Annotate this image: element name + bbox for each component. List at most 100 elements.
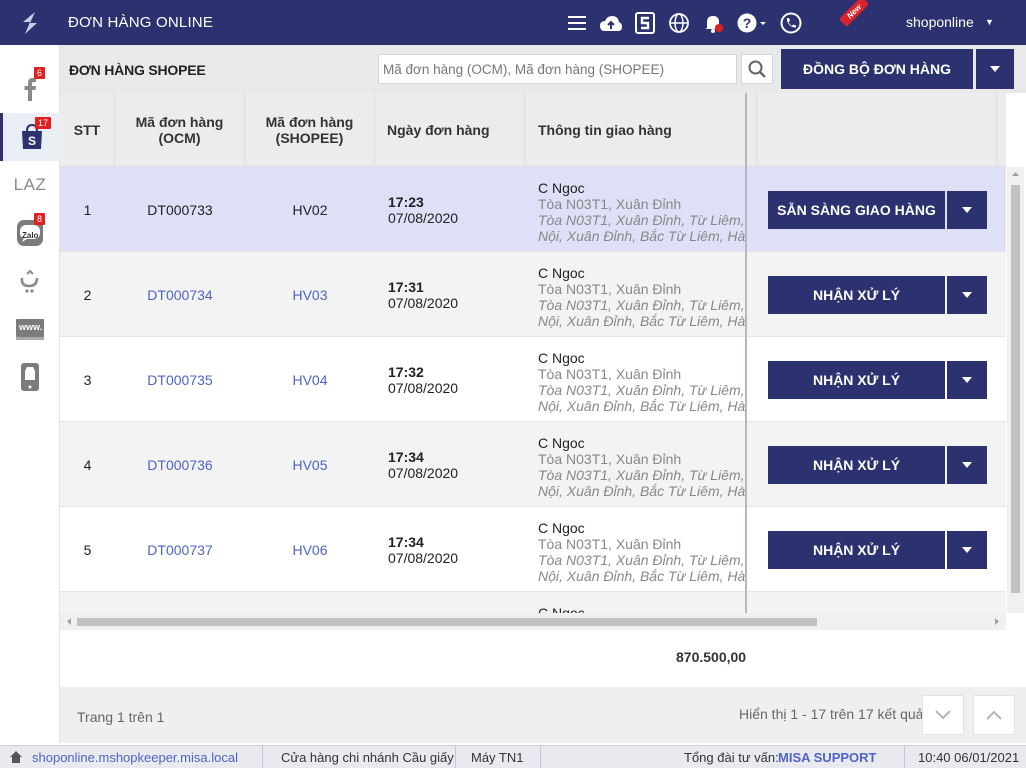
notification-button[interactable] [696,0,730,45]
machine-name: Máy TN1 [471,750,524,765]
row-order-date: 17:34 07/08/2020 [388,533,459,566]
sidebar-item-website[interactable]: www. [0,305,60,353]
accept-processing-button[interactable]: NHẬN XỬ LÝ [768,446,945,484]
row-action-dropdown[interactable] [947,531,987,569]
table-row[interactable]: 3 DT000735 HV04 17:32 07/08/2020 C Ngoc T… [60,337,1006,422]
top-bar: ĐƠN HÀNG ONLINE ? New shoponline ▼ [0,0,1026,45]
order-search-input[interactable] [378,54,737,84]
home-icon[interactable] [9,750,23,764]
user-name[interactable]: shoponline [906,14,974,30]
tiki-icon [20,269,39,293]
sidebar-item-facebook[interactable]: 6 [0,65,60,113]
total-amount: 870.500,00 [676,649,747,665]
row-shipping-info: C Ngoc Tòa N03T1, Xuân Đỉnh Tòa N03T1, X… [538,180,746,244]
row-order-date: 17:34 07/08/2020 [388,448,459,481]
page-up-button[interactable] [973,695,1015,735]
shopee-count-badge: 17 [35,117,52,129]
row-ocm-code-link[interactable]: DT000734 [115,252,245,337]
row-stt: 3 [83,371,92,388]
table-row[interactable]: 5 DT000737 HV06 17:34 07/08/2020 C Ngoc T… [60,507,1006,592]
sidebar-item-lazada[interactable]: LAZ [0,161,60,209]
web-button[interactable] [662,0,696,45]
globe-icon [669,12,689,33]
scroll-up-arrow-icon[interactable] [1007,167,1024,181]
row-ocm-code-link[interactable]: DT000735 [115,337,245,422]
help-button[interactable]: ? [730,0,774,45]
row-action-dropdown[interactable] [947,191,987,229]
sidebar-item-mobile-app[interactable] [0,353,60,401]
col-header-shopee[interactable]: Mã đơn hàng (SHOPEE) [245,93,375,167]
phone-icon [780,12,802,33]
table-row[interactable]: 1 DT000733 HV02 17:23 07/08/2020 C Ngoc T… [60,167,1006,252]
col-header-ocm[interactable]: Mã đơn hàng (OCM) [115,93,245,167]
lazada-icon: LAZ [13,175,47,194]
sync-orders-dropdown[interactable] [976,49,1014,89]
sidebar-item-zalo[interactable]: Zalo 8 [0,209,60,257]
page-down-button[interactable] [922,695,964,735]
facebook-icon [24,78,36,101]
new-badge: New [840,0,868,26]
server-url-link[interactable]: shoponline.mshopkeeper.misa.local [32,750,238,765]
scroll-left-arrow-icon[interactable] [62,613,76,630]
pagination-bar: Trang 1 trên 1 Hiển thị 1 - 17 trên 17 k… [60,687,1026,743]
phone-button[interactable] [774,0,808,45]
sidebar-item-shopee[interactable]: S 17 [0,113,60,161]
misa-support-link[interactable]: MISA SUPPORT [778,750,876,765]
website-label: www. [19,322,43,332]
row-action-dropdown[interactable] [947,446,987,484]
caret-down-icon [962,207,972,213]
sync-orders-button[interactable]: ĐỒNG BỘ ĐƠN HÀNG [781,49,973,89]
svg-text:?: ? [743,15,752,31]
sync-cloud-button[interactable] [594,0,628,45]
row-shipping-info: C Ngoc Tòa N03T1, Xuân Đỉnh Tòa N03T1, X… [538,265,746,329]
logo-icon [23,11,37,34]
hotline-label: Tổng đài tư vấn: [684,750,779,765]
question-icon: ? [737,13,766,32]
row-shopee-code-link[interactable]: HV05 [245,422,375,507]
mobile-shop-icon [21,363,39,391]
scroll-right-arrow-icon[interactable] [990,613,1004,630]
row-shopee-code-link[interactable]: HV03 [245,252,375,337]
row-order-date: 17:23 07/08/2020 [388,193,459,226]
zalo-label: Zalo [22,231,39,240]
col-header-shipping[interactable]: Thông tin giao hàng [525,93,757,167]
zalo-count-badge: 8 [34,213,46,225]
row-stt: 4 [83,456,92,473]
horizontal-scrollbar[interactable] [60,613,1006,630]
search-button[interactable] [741,54,773,84]
chevron-up-icon [986,710,1002,720]
user-menu-caret-icon[interactable]: ▼ [985,17,994,27]
status-separator [540,746,541,768]
row-shipping-info: C Ngoc Tòa N03T1, Xuân Đỉnh Tòa N03T1, X… [538,520,746,584]
sidebar-item-tiki[interactable] [0,257,60,305]
table-row[interactable]: 4 DT000736 HV05 17:34 07/08/2020 C Ngoc T… [60,422,1006,507]
status-separator [455,746,456,768]
menu-button[interactable] [560,0,594,45]
accept-processing-button[interactable]: NHẬN XỬ LÝ [768,531,945,569]
status-bar: shoponline.mshopkeeper.misa.local Cửa hà… [0,745,1026,768]
vertical-scroll-thumb[interactable] [1011,185,1020,593]
caret-down-icon [962,462,972,468]
caret-down-icon [962,547,972,553]
table-row[interactable]: C Ngoc [60,592,1006,613]
row-shopee-code-link[interactable]: HV04 [245,337,375,422]
accept-processing-button[interactable]: NHẬN XỬ LÝ [768,361,945,399]
table-row[interactable]: 2 DT000734 HV03 17:31 07/08/2020 C Ngoc T… [60,252,1006,337]
ready-to-ship-button[interactable]: SẴN SÀNG GIAO HÀNG [768,191,945,229]
page-title: ĐƠN HÀNG SHOPEE [69,62,206,78]
col-header-stt[interactable]: STT [60,93,115,167]
row-shopee-code-link[interactable]: HV06 [245,507,375,592]
svg-text:S: S [27,134,35,148]
row-order-date: 17:31 07/08/2020 [388,278,459,311]
accept-processing-button[interactable]: NHẬN XỬ LÝ [768,276,945,314]
col-header-date[interactable]: Ngày đơn hàng [375,93,525,167]
shop-button[interactable] [628,0,662,45]
app-logo[interactable] [0,0,60,45]
vertical-scrollbar[interactable] [1007,167,1024,613]
row-action-dropdown[interactable] [947,276,987,314]
horizontal-scroll-thumb[interactable] [77,618,817,626]
row-shopee-code: HV02 [292,201,328,218]
row-ocm-code-link[interactable]: DT000736 [115,422,245,507]
row-ocm-code-link[interactable]: DT000737 [115,507,245,592]
row-action-dropdown[interactable] [947,361,987,399]
